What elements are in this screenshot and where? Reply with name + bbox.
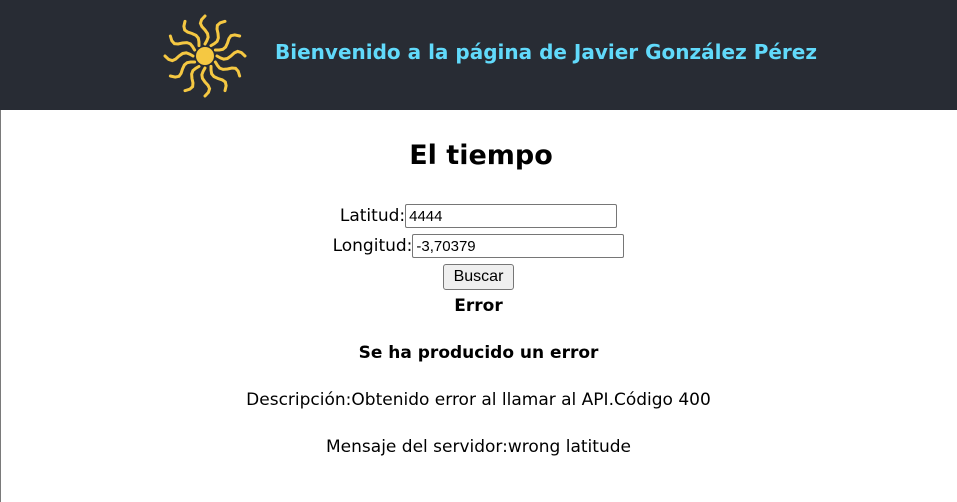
error-description: Descripción:Obtenido error al llamar al … — [0, 390, 957, 410]
header-title: Bienvenido a la página de Javier Gonzále… — [275, 40, 817, 64]
sun-logo-icon — [163, 14, 247, 98]
server-message-text: wrong latitude — [507, 437, 631, 457]
sun-ray — [198, 14, 210, 46]
server-message: Mensaje del servidor:wrong latitude — [0, 437, 957, 457]
server-message-label: Mensaje del servidor: — [326, 437, 508, 457]
sun-ray — [163, 51, 195, 63]
longitude-row: Longitud: — [0, 234, 957, 258]
sun-ray — [183, 64, 201, 93]
sun-ray — [209, 19, 227, 48]
sun-ray — [215, 49, 247, 61]
latitude-input[interactable] — [405, 204, 618, 228]
latitude-row: Latitud: — [0, 204, 957, 228]
search-row: Buscar — [0, 264, 957, 290]
error-heading: Error — [454, 296, 503, 316]
latitude-label: Latitud: — [339, 206, 406, 226]
app-header: Bienvenido a la página de Javier Gonzále… — [0, 0, 957, 110]
longitude-input[interactable] — [412, 234, 625, 258]
sun-ray — [200, 66, 212, 98]
page-title: El tiempo — [409, 140, 553, 171]
error-subheading: Se ha producido un error — [358, 343, 599, 363]
longitude-label: Longitud: — [332, 236, 413, 256]
description-text: Obtenido error al llamar al API.Código 4… — [351, 390, 711, 410]
sun-ray — [168, 34, 197, 52]
sun-ray — [213, 60, 242, 78]
description-label: Descripción: — [246, 390, 352, 410]
search-button[interactable]: Buscar — [443, 264, 514, 290]
